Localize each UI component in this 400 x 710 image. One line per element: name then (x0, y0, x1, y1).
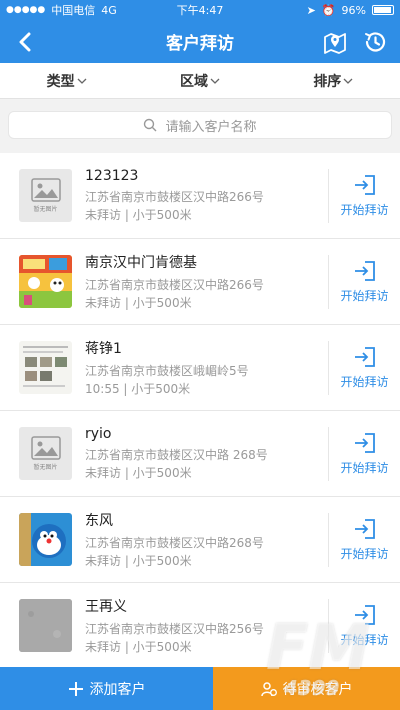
battery-percent: 96% (341, 3, 366, 17)
pending-customers-label: 待审核客户 (282, 681, 353, 698)
pending-user-icon (260, 681, 277, 696)
list-item[interactable]: 南京汉中门肯德基 江苏省南京市鼓楼区汉中路266号 未拜访 | 小于500米 开… (0, 239, 400, 325)
customer-meta: 未拜访 | 小于500米 (85, 465, 192, 480)
sign-in-icon (354, 174, 375, 195)
add-customer-label: 添加客户 (89, 681, 146, 698)
history-clock-icon (365, 31, 386, 51)
filter-bar: 类型 区域 排序 (0, 63, 400, 99)
sign-in-icon (354, 432, 375, 453)
sign-in-icon (354, 346, 375, 367)
customer-meta: 未拜访 | 小于500米 (85, 553, 192, 568)
list-item[interactable]: 王再义 江苏省南京市鼓楼区汉中路256号 未拜访 | 小于500米 开始拜访 (0, 583, 400, 667)
customer-meta: 未拜访 | 小于500米 (85, 295, 192, 310)
start-visit-button[interactable]: 开始拜访 (328, 340, 400, 395)
customer-name: 东风 (85, 512, 113, 529)
search-input[interactable]: 请输入客户名称 (8, 111, 392, 139)
start-visit-label: 开始拜访 (340, 374, 389, 389)
list-item[interactable]: 东风 江苏省南京市鼓楼区汉中路268号 未拜访 | 小于500米 开始拜访 (0, 497, 400, 583)
status-right: ➤ ⏰ 96% (307, 4, 394, 17)
customer-address: 江苏省南京市鼓楼区汉中路266号 (85, 189, 264, 204)
start-visit-button[interactable]: 开始拜访 (328, 426, 400, 481)
start-visit-label: 开始拜访 (340, 546, 389, 561)
network-type: 4G (101, 3, 117, 17)
start-visit-label: 开始拜访 (340, 632, 389, 647)
carrier: 中国电信 (51, 4, 96, 17)
back-button[interactable] (0, 20, 50, 63)
signal-dots-icon: ●●●●● (6, 5, 46, 15)
nav-bar: 客户拜访 (0, 20, 400, 63)
customer-meta: 未拜访 | 小于500米 (85, 639, 192, 654)
customer-address: 江苏省南京市鼓楼区峨嵋岭5号 (85, 363, 249, 378)
start-visit-button[interactable]: 开始拜访 (328, 512, 400, 567)
filter-sort[interactable]: 排序 (267, 63, 400, 98)
start-visit-label: 开始拜访 (340, 288, 389, 303)
sign-in-icon (354, 260, 375, 281)
search-area: 请输入客户名称 (0, 99, 400, 153)
chevron-down-icon (210, 78, 220, 84)
plus-icon (68, 681, 83, 696)
search-placeholder: 请输入客户名称 (165, 119, 257, 135)
no-image-text: 暂无图片 (33, 464, 58, 471)
filter-type[interactable]: 类型 (0, 63, 133, 98)
customer-list: 暂无图片 123123 江苏省南京市鼓楼区汉中路266号 未拜访 | 小于500… (0, 153, 400, 667)
customer-thumbnail (19, 255, 72, 308)
customer-name: ryio (85, 425, 112, 442)
status-left: ●●●●● 中国电信 4G (6, 2, 117, 18)
customer-thumbnail (19, 513, 72, 566)
map-pin-icon (324, 32, 346, 54)
image-placeholder-icon (30, 178, 61, 202)
battery-icon (372, 5, 394, 15)
customer-thumbnail: 暂无图片 (19, 169, 72, 222)
list-item[interactable]: 暂无图片 123123 江苏省南京市鼓楼区汉中路266号 未拜访 | 小于500… (0, 153, 400, 239)
customer-address: 江苏省南京市鼓楼区汉中路268号 (85, 535, 264, 550)
bottom-bar: 添加客户 待审核客户 (0, 667, 400, 710)
sign-in-icon (354, 604, 375, 625)
start-visit-label: 开始拜访 (340, 202, 389, 217)
search-icon (144, 118, 157, 132)
customer-thumbnail (19, 341, 72, 394)
document-photo-image (19, 341, 72, 394)
sign-in-icon (354, 518, 375, 539)
alarm-icon: ⏰ (321, 3, 336, 17)
add-customer-button[interactable]: 添加客户 (0, 667, 213, 710)
start-visit-button[interactable]: 开始拜访 (328, 254, 400, 309)
customer-address: 江苏省南京市鼓楼区汉中路256号 (85, 621, 264, 636)
chevron-down-icon (77, 78, 87, 84)
customer-name: 南京汉中门肯德基 (85, 254, 197, 271)
customer-name: 蒋铮1 (85, 340, 122, 357)
image-placeholder-icon (30, 436, 61, 460)
shop-photo-image (19, 255, 72, 308)
history-button[interactable] (362, 29, 388, 55)
customer-address: 江苏省南京市鼓楼区汉中路 268号 (85, 447, 268, 462)
map-button[interactable] (322, 29, 348, 55)
start-visit-button[interactable]: 开始拜访 (328, 598, 400, 653)
location-arrow-icon: ➤ (306, 3, 316, 17)
chevron-left-icon (19, 32, 31, 51)
status-bar: ●●●●● 中国电信 4G 下午4:47 ➤ ⏰ 96% (0, 0, 400, 20)
customer-thumbnail: 暂无图片 (19, 427, 72, 480)
customer-thumbnail (19, 599, 72, 652)
customer-name: 王再义 (85, 598, 127, 615)
start-visit-label: 开始拜访 (340, 460, 389, 475)
filter-area[interactable]: 区域 (133, 63, 266, 98)
list-item[interactable]: 暂无图片 ryio 江苏省南京市鼓楼区汉中路 268号 未拜访 | 小于500米… (0, 411, 400, 497)
cartoon-photo-image (19, 513, 72, 566)
no-image-text: 暂无图片 (33, 206, 58, 213)
pending-customers-button[interactable]: 待审核客户 (213, 667, 400, 710)
list-item[interactable]: 蒋铮1 江苏省南京市鼓楼区峨嵋岭5号 10:55 | 小于500米 开始拜访 (0, 325, 400, 411)
gray-photo-image (19, 599, 72, 652)
customer-name: 123123 (85, 167, 139, 184)
start-visit-button[interactable]: 开始拜访 (328, 168, 400, 223)
filter-sort-label: 排序 (313, 73, 342, 90)
filter-type-label: 类型 (46, 73, 75, 90)
customer-meta: 10:55 | 小于500米 (85, 381, 191, 396)
customer-address: 江苏省南京市鼓楼区汉中路266号 (85, 277, 264, 292)
filter-area-label: 区域 (179, 73, 208, 90)
customer-meta: 未拜访 | 小于500米 (85, 207, 192, 222)
chevron-down-icon (343, 78, 353, 84)
